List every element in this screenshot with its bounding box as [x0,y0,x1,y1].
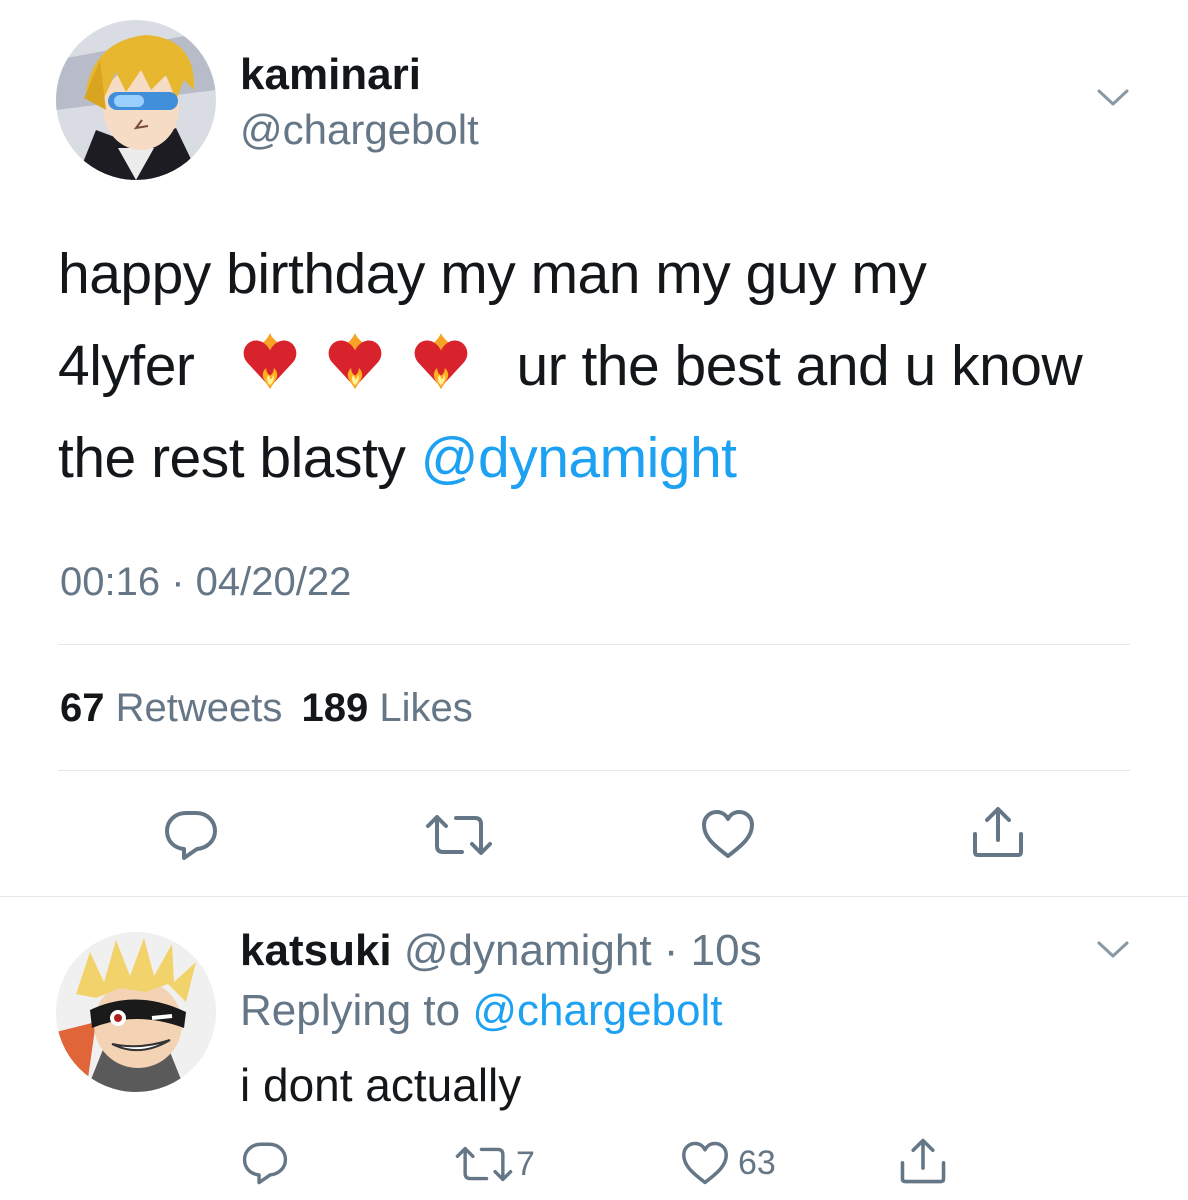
reply-retweet-count: 7 [516,1144,535,1183]
katsuki-avatar[interactable] [56,932,216,1092]
divider [58,770,1130,771]
retweets-count[interactable]: 67 [60,686,105,730]
reply-reply-button[interactable] [240,1140,290,1186]
speech-bubble-icon [165,811,217,860]
replying-to-handle[interactable]: @chargebolt [472,986,722,1035]
tweet-text-line-2: 4lyfer ur the best and u know [58,320,1158,412]
author-name[interactable]: kaminari [240,50,421,100]
tweet-stats: 67 Retweets 189 Likes [60,686,481,731]
mention-link[interactable]: @dynamight [421,426,737,490]
fire-heart-emoji-icon [324,331,386,393]
retweet-button[interactable] [424,812,494,858]
likes-count[interactable]: 189 [302,686,369,730]
reply-author-handle-time[interactable]: @dynamight · 10s [404,926,762,975]
fire-heart-emoji-icon [239,331,301,393]
fire-heart-emoji-icon [410,331,472,393]
reply-like-button[interactable]: 63 [680,1140,776,1186]
chevron-down-icon[interactable] [1096,88,1130,108]
tweet-timestamp[interactable]: 00:16 · 04/20/22 [60,560,351,605]
reply-text: i dont actually [240,1059,522,1111]
tweet-text-line-1: happy birthday my man my guy my [58,242,927,306]
reply-button[interactable] [162,808,220,862]
chevron-down-icon[interactable] [1096,940,1130,960]
share-icon [900,1138,946,1184]
share-icon [973,807,1023,857]
tweet-text-line-2-start: 4lyfer [58,334,195,398]
likes-label[interactable]: Likes [379,686,472,730]
retweet-icon [426,815,492,855]
reply-share-button[interactable] [898,1136,948,1186]
reply-retweet-button[interactable]: 7 [454,1144,535,1184]
reply-header: katsuki @dynamight · 10s [240,926,762,976]
kaminari-avatar[interactable] [56,20,216,180]
replying-to: Replying to @chargebolt [240,986,723,1036]
tweet-text-line-2-end: ur the best and u know [516,334,1083,398]
author-handle[interactable]: @chargebolt [240,106,479,154]
reply-author-name[interactable]: katsuki [240,926,392,975]
divider [0,896,1188,897]
like-button[interactable] [700,808,756,860]
heart-icon [682,1141,728,1185]
retweet-icon [455,1146,513,1182]
divider [58,644,1130,645]
replying-to-label: Replying to [240,986,473,1035]
speech-bubble-icon [242,1142,288,1185]
tweet-text-line-3-start: the rest blasty [58,426,421,490]
tweet-text-line-3: the rest blasty @dynamight [58,412,1158,504]
share-button[interactable] [970,804,1026,860]
tweet-text: happy birthday my man my guy my 4lyfer u… [58,228,1158,504]
reply-like-count: 63 [738,1143,776,1182]
retweets-label[interactable]: Retweets [116,686,283,730]
heart-icon [702,810,754,858]
